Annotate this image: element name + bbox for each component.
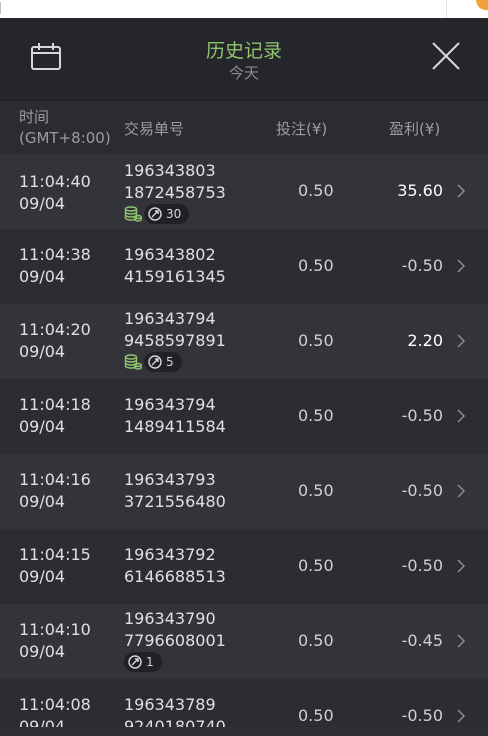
table-row[interactable]: 11:04:40 09/04 196343803 1872458753 30 0.5…	[0, 154, 488, 229]
coins-icon	[124, 354, 142, 370]
chevron-right-icon	[457, 709, 466, 723]
column-profit: 盈利(¥)	[389, 120, 441, 138]
table-row[interactable]: 11:04:18 09/04 196343794 1489411584 0.50 -…	[0, 379, 488, 454]
close-icon[interactable]	[430, 40, 462, 72]
row-time: 11:04:15 09/04	[19, 545, 91, 586]
table-row[interactable]: 11:04:38 09/04 196343802 4159161345 0.50 -…	[0, 229, 488, 304]
chevron-right-icon	[457, 409, 466, 423]
page-title: 历史记录	[205, 40, 282, 62]
coins-icon	[124, 206, 142, 222]
row-order: 196343802 4159161345	[124, 245, 226, 286]
row-time: 11:04:40 09/04	[19, 172, 91, 213]
spin-icon	[148, 355, 162, 369]
column-stake: 投注(¥)	[276, 120, 328, 138]
row-order: 196343792 6146688513	[124, 545, 226, 586]
row-order: 196343794 1489411584	[124, 395, 226, 436]
row-stake: 0.50	[298, 631, 334, 650]
row-stake: 0.50	[298, 331, 334, 350]
column-order: 交易单号	[124, 120, 185, 138]
spin-icon	[128, 655, 142, 669]
badge-count: 30	[166, 207, 182, 221]
row-order: 196343803 1872458753	[124, 161, 226, 202]
row-stake: 0.50	[298, 181, 334, 200]
column-time: 时间 (GMT+8:00)	[19, 107, 111, 149]
date-filter-label: 今天	[228, 64, 259, 82]
row-profit: -0.50	[401, 706, 443, 725]
row-stake: 0.50	[298, 256, 334, 275]
table-row[interactable]: 11:04:10 09/04 196343790 7796608001 1 0.50…	[0, 604, 488, 679]
browser-strip	[0, 0, 488, 18]
row-order: 196343793 3721556480	[124, 470, 226, 511]
chevron-right-icon	[457, 634, 466, 648]
free-spin-badge: 1	[124, 652, 162, 672]
row-stake: 0.50	[298, 556, 334, 575]
text-caret	[0, 2, 4, 14]
table-row[interactable]: 11:04:16 09/04 196343793 3721556480 0.50 -…	[0, 454, 488, 529]
row-time: 11:04:38 09/04	[19, 245, 91, 286]
chevron-right-icon	[457, 259, 466, 273]
row-time: 11:04:10 09/04	[19, 620, 91, 661]
row-profit: -0.50	[401, 556, 443, 575]
table-row[interactable]: 11:04:15 09/04 196343792 6146688513 0.50 -…	[0, 529, 488, 604]
badge-count: 1	[146, 655, 154, 669]
row-order: 196343794 9458597891	[124, 309, 226, 350]
row-time: 11:04:18 09/04	[19, 395, 91, 436]
free-spin-badge: 5	[144, 352, 182, 372]
row-stake: 0.50	[298, 481, 334, 500]
chevron-right-icon	[457, 484, 466, 498]
bottom-fade	[0, 727, 488, 736]
table-row[interactable]: 11:04:20 09/04 196343794 9458597891 5 0.50…	[0, 304, 488, 379]
row-order: 196343790 7796608001	[124, 609, 226, 650]
row-profit: -0.50	[401, 406, 443, 425]
history-list: 11:04:40 09/04 196343803 1872458753 30 0.5…	[0, 154, 488, 736]
chevron-right-icon	[457, 184, 466, 198]
row-time: 11:04:16 09/04	[19, 470, 91, 511]
column-time-label: 时间	[19, 108, 50, 126]
chevron-right-icon	[457, 559, 466, 573]
table-header: 时间 (GMT+8:00) 交易单号 投注(¥) 盈利(¥)	[0, 100, 488, 155]
free-spin-badge: 30	[144, 204, 190, 224]
row-time: 11:04:20 09/04	[19, 320, 91, 361]
strip-divider	[446, 0, 447, 18]
row-profit: -0.50	[401, 256, 443, 275]
row-stake: 0.50	[298, 706, 334, 725]
spin-icon	[148, 207, 162, 221]
history-header: 历史记录 今天	[0, 18, 488, 100]
row-profit: -0.45	[401, 631, 443, 650]
row-stake: 0.50	[298, 406, 334, 425]
badge-count: 5	[166, 355, 174, 369]
notification-icon	[476, 0, 488, 10]
row-profit: 35.60	[397, 181, 443, 200]
chevron-right-icon	[457, 334, 466, 348]
row-profit: -0.50	[401, 481, 443, 500]
column-time-zone: (GMT+8:00)	[19, 129, 111, 147]
row-profit: 2.20	[407, 331, 443, 350]
